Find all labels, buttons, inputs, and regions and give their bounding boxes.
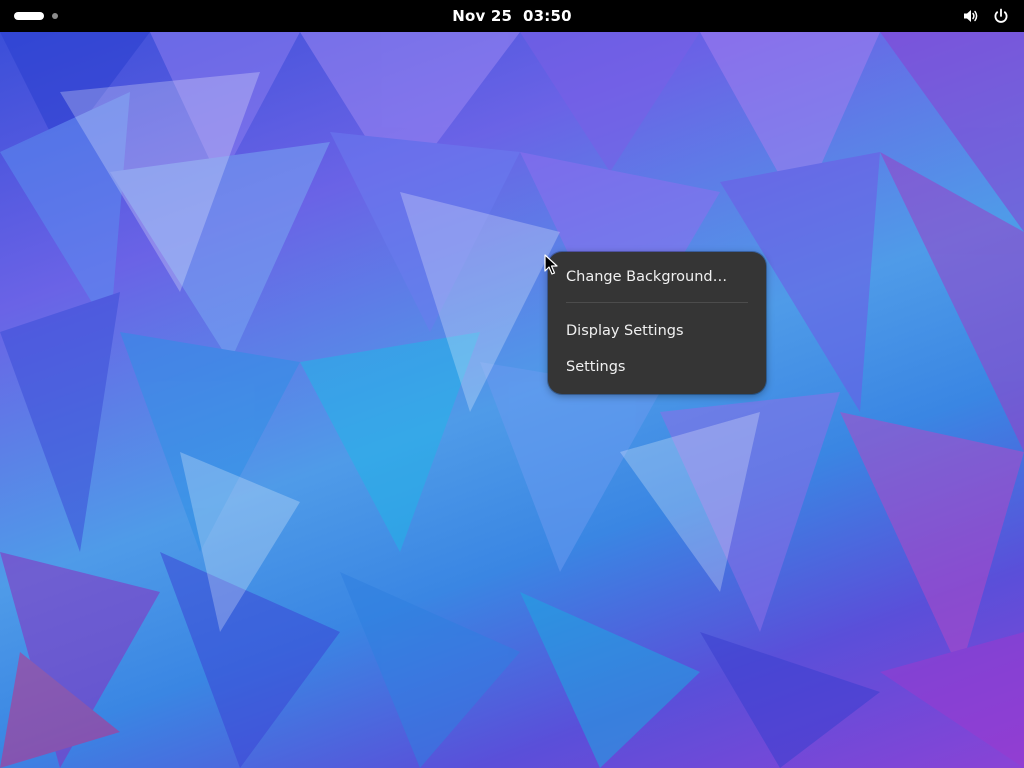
menu-item-settings[interactable]: Settings xyxy=(548,349,766,385)
speaker-volume-icon xyxy=(962,7,980,25)
clock-time: 03:50 xyxy=(523,7,572,25)
menu-item-change-background[interactable]: Change Background… xyxy=(548,260,766,294)
top-bar: Nov 25 03:50 xyxy=(0,0,1024,32)
menu-item-label: Settings xyxy=(566,359,626,375)
system-status-area[interactable] xyxy=(962,6,1010,26)
mouse-pointer-icon xyxy=(544,254,558,276)
desktop-wallpaper[interactable] xyxy=(0,32,1024,768)
menu-item-label: Display Settings xyxy=(566,323,684,339)
desktop-context-menu: Change Background… Display Settings Sett… xyxy=(548,252,766,394)
clock-button[interactable]: Nov 25 03:50 xyxy=(0,0,1024,32)
clock-date: Nov 25 xyxy=(452,7,513,25)
power-icon xyxy=(992,7,1010,25)
menu-item-label: Change Background… xyxy=(566,269,728,285)
menu-item-display-settings[interactable]: Display Settings xyxy=(548,313,766,349)
menu-separator xyxy=(566,302,748,303)
